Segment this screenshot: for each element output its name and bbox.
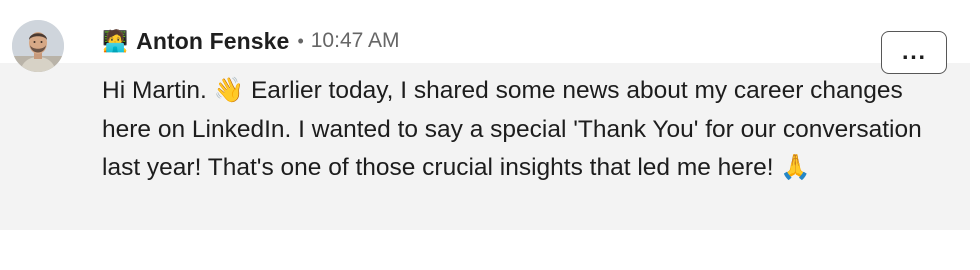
technologist-emoji-icon: 🧑‍💻: [102, 29, 129, 53]
message-timestamp: 10:47 AM: [310, 29, 400, 52]
avatar-photo-icon: [12, 20, 64, 72]
message-item: 🧑‍💻 Anton Fenske • 10:47 AM ... Hi Marti…: [0, 0, 980, 270]
message-body-text: Hi Martin. 👋 Earlier today, I shared som…: [102, 77, 922, 181]
sender-name[interactable]: Anton Fenske: [136, 28, 289, 55]
right-edge: [970, 0, 980, 270]
separator-dot: •: [297, 31, 304, 51]
more-options-button[interactable]: ...: [881, 31, 947, 74]
message-header: 🧑‍💻 Anton Fenske • 10:47 AM: [102, 26, 399, 56]
sender-avatar[interactable]: [12, 20, 64, 72]
